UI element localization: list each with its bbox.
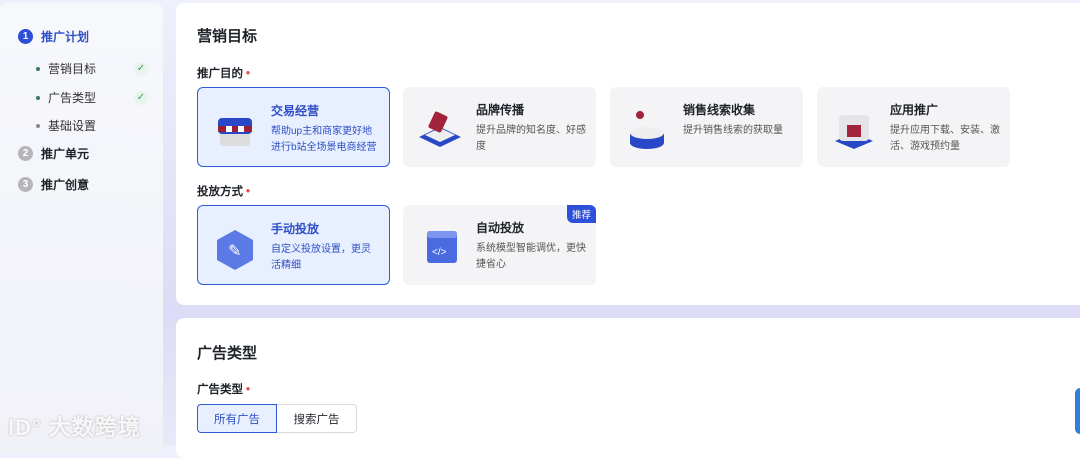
watermark-logo: lD° 大数跨境 xyxy=(8,415,141,440)
step-number: 1 xyxy=(18,29,33,44)
step-label: 推广计划 xyxy=(41,30,90,44)
check-icon: ✓ xyxy=(134,61,148,76)
step-number: 3 xyxy=(18,177,33,192)
label-text: 广告类型 xyxy=(197,384,243,396)
option-desc: 提升销售线索的获取量 xyxy=(683,125,783,136)
bullet-icon xyxy=(36,66,40,71)
required-mark: • xyxy=(246,186,251,198)
option-desc: 提升品牌的知名度、好感度 xyxy=(476,125,586,152)
purpose-option-app[interactable]: 应用推广提升应用下载、安装、激活、游戏预约量 xyxy=(817,87,1010,167)
option-title: 交易经营 xyxy=(271,104,320,118)
label-text: 投放方式 xyxy=(197,186,243,198)
ad-type-search[interactable]: 搜索广告 xyxy=(277,404,357,433)
substep-basic-settings[interactable]: 基础设置 xyxy=(36,117,148,134)
step-promotion-plan[interactable]: 1 推广计划 xyxy=(18,28,89,45)
svg-text:✎: ✎ xyxy=(228,243,241,260)
delivery-option-manual[interactable]: ✎ 手动投放自定义投放设置，更灵活精细 xyxy=(197,205,390,285)
sidebar: 1 推广计划 营销目标 ✓ 广告类型 ✓ 基础设置 2 推广单元 3 推广创意 xyxy=(0,3,163,453)
option-desc: 自定义投放设置，更灵活精细 xyxy=(271,244,371,271)
option-desc: 帮助up主和商家更好地进行b站全场景电商经营 xyxy=(271,126,377,153)
option-title: 品牌传播 xyxy=(476,103,525,117)
step-label: 推广创意 xyxy=(41,178,90,192)
lead-collect-icon xyxy=(620,103,675,153)
delivery-label: 投放方式 • xyxy=(197,183,250,199)
shop-box-icon xyxy=(208,104,263,154)
brand-tag-icon xyxy=(413,103,468,153)
option-title: 应用推广 xyxy=(890,103,939,117)
svg-text:</>: </> xyxy=(432,247,447,258)
recommended-badge: 推荐 xyxy=(566,205,596,223)
step-promotion-unit[interactable]: 2 推广单元 xyxy=(18,145,89,162)
option-title: 销售线索收集 xyxy=(683,103,756,117)
ad-type-all[interactable]: 所有广告 xyxy=(197,404,277,433)
substep-label: 广告类型 xyxy=(48,91,97,105)
step-promotion-creative[interactable]: 3 推广创意 xyxy=(18,176,89,193)
floating-help-button[interactable] xyxy=(1075,388,1080,434)
option-desc: 系统模型智能调优，更快捷省心 xyxy=(476,243,586,270)
app-cube-icon xyxy=(827,103,882,153)
code-window-icon: </> xyxy=(413,221,468,271)
ad-type-card: 广告类型 广告类型 • 所有广告 搜索广告 xyxy=(176,318,1080,458)
substep-marketing-goal[interactable]: 营销目标 ✓ xyxy=(36,60,148,77)
label-text: 推广目的 xyxy=(197,68,243,80)
wrench-icon: ✎ xyxy=(208,222,263,272)
delivery-option-auto[interactable]: </> 自动投放 系统模型智能调优，更快捷省心 推荐 xyxy=(403,205,596,285)
purpose-label: 推广目的 • xyxy=(197,65,250,81)
required-mark: • xyxy=(246,384,251,396)
step-label: 推广单元 xyxy=(41,147,90,161)
option-desc: 提升应用下载、安装、激活、游戏预约量 xyxy=(890,125,1000,152)
substep-ad-type[interactable]: 广告类型 ✓ xyxy=(36,89,148,106)
marketing-goal-card: 营销目标 推广目的 • 交易经营 帮助up主和商家更好地进行b站全场景电商经营 品牌… xyxy=(176,3,1080,305)
required-mark: • xyxy=(246,68,251,80)
section-title: 广告类型 xyxy=(197,345,258,362)
option-title: 手动投放 xyxy=(271,222,320,236)
check-icon: ✓ xyxy=(134,90,148,105)
purpose-option-brand[interactable]: 品牌传播提升品牌的知名度、好感度 xyxy=(403,87,596,167)
ad-type-segmented: 所有广告 搜索广告 xyxy=(197,404,357,433)
ad-type-label: 广告类型 • xyxy=(197,381,250,397)
section-title: 营销目标 xyxy=(197,28,258,45)
bullet-icon xyxy=(36,123,40,128)
purpose-option-transaction[interactable]: 交易经营帮助up主和商家更好地进行b站全场景电商经营 xyxy=(197,87,390,167)
step-number: 2 xyxy=(18,146,33,161)
substep-label: 基础设置 xyxy=(48,119,97,133)
substep-label: 营销目标 xyxy=(48,62,97,76)
watermark-text: 大数跨境 xyxy=(48,415,141,440)
purpose-option-leads[interactable]: 销售线索收集提升销售线索的获取量 xyxy=(610,87,803,167)
bullet-icon xyxy=(36,95,40,100)
